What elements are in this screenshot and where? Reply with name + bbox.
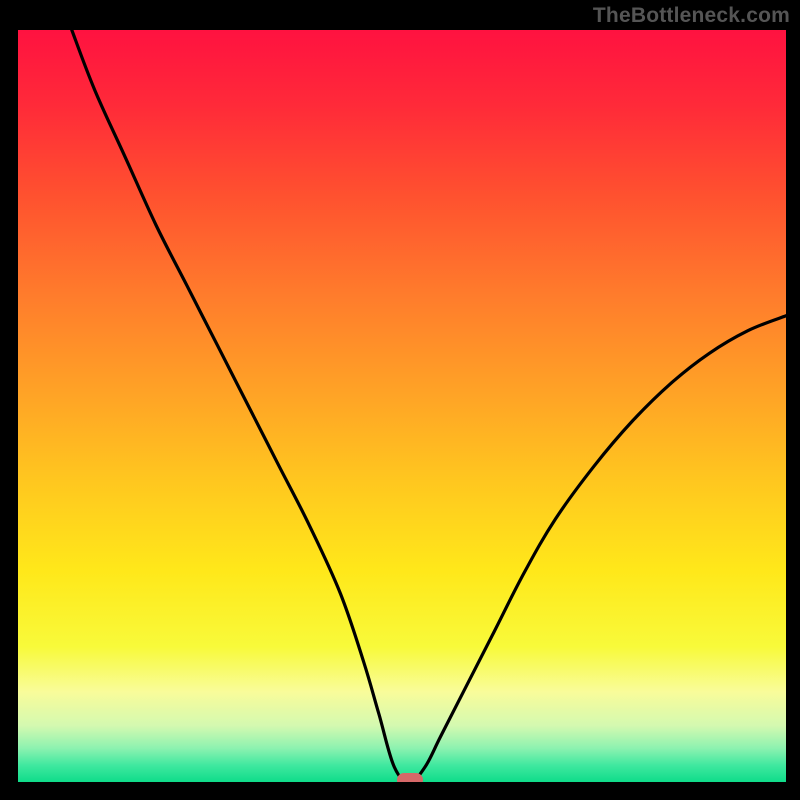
watermark-text: TheBottleneck.com — [593, 4, 790, 28]
chart-container: TheBottleneck.com — [0, 0, 800, 800]
bottleneck-curve — [18, 30, 786, 782]
optimal-marker — [397, 773, 423, 782]
plot-area — [18, 30, 786, 782]
